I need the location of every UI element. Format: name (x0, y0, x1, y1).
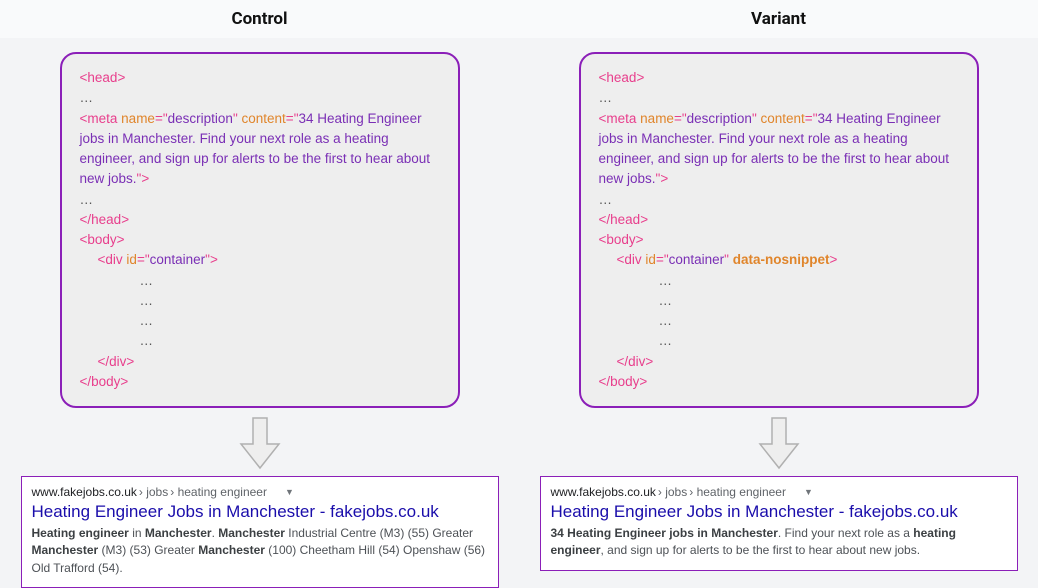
caret-down-icon: ▼ (285, 487, 294, 497)
header-variant: Variant (519, 9, 1038, 29)
arrow-icon (239, 416, 281, 470)
header-control: Control (0, 9, 519, 29)
serp-title: Heating Engineer Jobs in Manchester - fa… (32, 501, 488, 523)
serp-url: www.fakejobs.co.uk › jobs › heating engi… (32, 485, 488, 499)
variant-serp-card: www.fakejobs.co.uk › jobs › heating engi… (540, 476, 1018, 571)
serp-description: Heating engineer in Manchester. Manchest… (32, 525, 488, 577)
caret-down-icon: ▼ (804, 487, 813, 497)
control-serp-card: www.fakejobs.co.uk › jobs › heating engi… (21, 476, 499, 588)
variant-column: <head> … <meta name="description" conten… (539, 52, 1018, 588)
control-column: <head> … <meta name="description" conten… (20, 52, 499, 588)
serp-description: 34 Heating Engineer jobs in Manchester. … (551, 525, 1007, 560)
control-code-box: <head> … <meta name="description" conten… (60, 52, 460, 408)
header-row: Control Variant (0, 0, 1038, 38)
serp-title: Heating Engineer Jobs in Manchester - fa… (551, 501, 1007, 523)
columns: <head> … <meta name="description" conten… (0, 38, 1038, 588)
arrow-icon (758, 416, 800, 470)
serp-url: www.fakejobs.co.uk › jobs › heating engi… (551, 485, 1007, 499)
variant-code-box: <head> … <meta name="description" conten… (579, 52, 979, 408)
data-nosnippet-highlight: data-nosnippet (733, 252, 830, 267)
